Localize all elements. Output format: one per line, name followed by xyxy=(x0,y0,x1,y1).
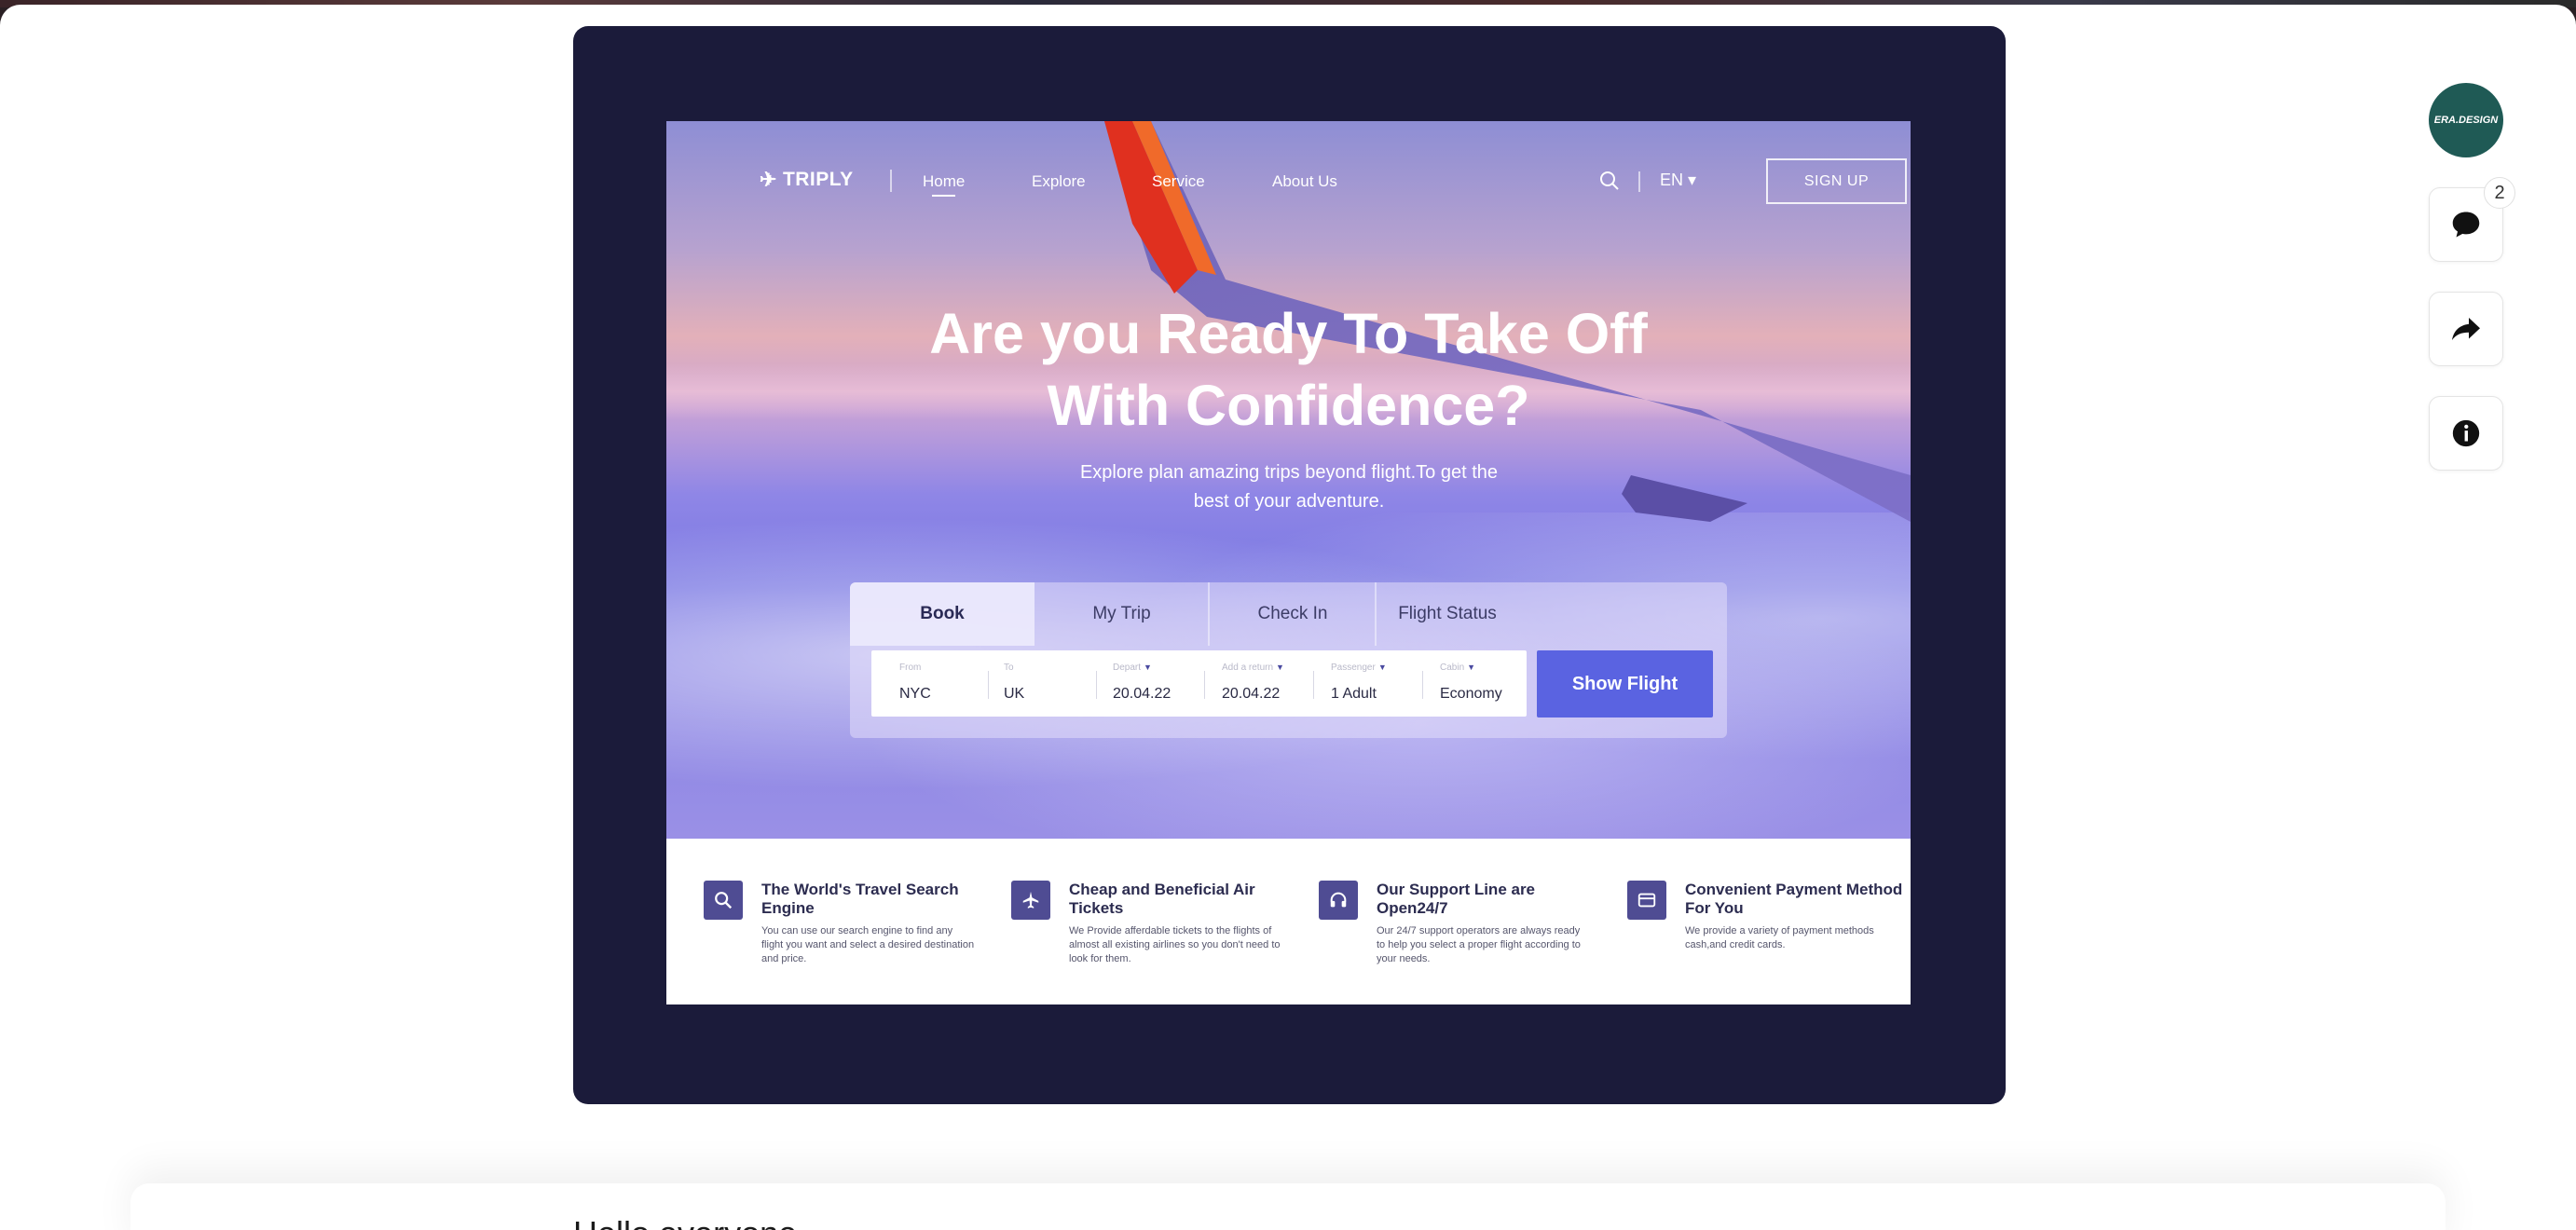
search-icon xyxy=(704,881,743,920)
to-label: To xyxy=(1004,663,1014,673)
passenger-label-text: Passenger xyxy=(1331,663,1376,673)
from-field[interactable]: From NYC xyxy=(899,650,988,717)
return-label-text: Add a return xyxy=(1222,663,1274,673)
card-icon xyxy=(1627,881,1666,920)
top-nav: ✈ TRIPLY Home Explore Service About Us E… xyxy=(760,158,1907,205)
to-value: UK xyxy=(1004,686,1025,702)
headline-line-2: With Confidence? xyxy=(1047,374,1530,437)
nav-home[interactable]: Home xyxy=(923,172,965,197)
tab-my-trip[interactable]: My Trip xyxy=(1035,582,1209,646)
tab-flight-status[interactable]: Flight Status xyxy=(1377,582,1518,646)
description-heading: Hello everyone xyxy=(573,1214,797,1230)
share-icon xyxy=(2452,318,2480,340)
signup-button[interactable]: SIGN UP xyxy=(1766,158,1907,204)
feature-title: Convenient Payment Method For You xyxy=(1685,881,1903,917)
shot-frame: ✈ TRIPLY Home Explore Service About Us E… xyxy=(573,26,2006,1104)
passenger-field[interactable]: Passenger ▼ 1 Adult xyxy=(1331,650,1424,717)
lower-panel xyxy=(130,1183,2446,1230)
share-button[interactable] xyxy=(2429,292,2503,366)
field-divider xyxy=(988,671,989,699)
search-icon[interactable] xyxy=(1598,170,1621,197)
nav-divider xyxy=(890,170,892,192)
feature-title: Cheap and Beneficial Air Tickets xyxy=(1069,881,1255,917)
depart-label: Depart ▼ xyxy=(1113,663,1152,673)
feature-text: You can use our search engine to find an… xyxy=(761,925,975,964)
depart-label-text: Depart xyxy=(1113,663,1142,673)
nav-explore[interactable]: Explore xyxy=(1032,172,1086,191)
info-button[interactable] xyxy=(2429,396,2503,471)
comment-icon xyxy=(2452,212,2480,238)
passenger-value: 1 Adult xyxy=(1331,686,1377,702)
plane-logo-icon: ✈ xyxy=(760,168,777,191)
logo-text: TRIPLY xyxy=(782,169,854,190)
info-icon xyxy=(2452,419,2480,447)
show-flight-button[interactable]: Show Flight xyxy=(1537,650,1713,718)
feature-text: We Provide afferdable tickets to the fli… xyxy=(1069,925,1281,964)
passenger-label: Passenger ▼ xyxy=(1331,663,1387,673)
chevron-down-icon: ▼ xyxy=(1144,663,1152,672)
logo[interactable]: ✈ TRIPLY xyxy=(760,168,854,192)
feature-title: Our Support Line are Open24/7 xyxy=(1377,881,1536,917)
hero-banner: ✈ TRIPLY Home Explore Service About Us E… xyxy=(666,121,1911,839)
from-label: From xyxy=(899,663,922,673)
cabin-field[interactable]: Cabin ▼ Economy xyxy=(1440,650,1524,717)
comment-count-badge: 2 xyxy=(2484,177,2515,209)
chevron-down-icon: ▼ xyxy=(1377,663,1387,672)
return-value: 20.04.22 xyxy=(1222,686,1281,702)
nav-service[interactable]: Service xyxy=(1152,172,1205,191)
hero-subtext: Explore plan amazing trips beyond flight… xyxy=(1079,462,1499,512)
nav-divider-2 xyxy=(1638,171,1640,192)
designer-avatar[interactable]: ERA.DESIGN xyxy=(2429,83,2503,157)
cabin-value: Economy xyxy=(1440,686,1502,702)
return-field[interactable]: Add a return ▼ 20.04.22 xyxy=(1222,650,1315,717)
cabin-label-text: Cabin xyxy=(1440,663,1465,673)
chevron-down-icon: ▼ xyxy=(1276,663,1284,672)
field-divider xyxy=(1096,671,1097,699)
hero-headline: Are you Ready To Take Off With Confidenc… xyxy=(666,298,1911,442)
plane-icon xyxy=(1011,881,1050,920)
to-field[interactable]: To UK xyxy=(1004,650,1097,717)
field-divider xyxy=(1422,671,1423,699)
shot-sheet: ✈ TRIPLY Home Explore Service About Us E… xyxy=(0,5,2576,1230)
cabin-label: Cabin ▼ xyxy=(1440,663,1475,673)
field-divider xyxy=(1204,671,1205,699)
features-strip: The World's Travel Search Engine You can… xyxy=(666,839,1911,1004)
language-selector[interactable]: EN ▾ xyxy=(1660,171,1696,190)
feature-text: Our 24/7 support operators are always re… xyxy=(1377,925,1581,964)
feature-text: We provide a variety of payment methods … xyxy=(1685,925,1874,950)
booking-widget: Book My Trip Check In Flight Status From… xyxy=(850,582,1727,738)
chevron-down-icon: ▼ xyxy=(1467,663,1476,672)
tab-check-in[interactable]: Check In xyxy=(1210,582,1376,646)
feature-title: The World's Travel Search Engine xyxy=(761,881,959,917)
from-value: NYC xyxy=(899,686,931,702)
nav-about-us[interactable]: About Us xyxy=(1272,172,1337,191)
search-fields: From NYC To UK Depart ▼ 20.04.22 Add a r… xyxy=(871,650,1527,717)
return-label: Add a return ▼ xyxy=(1222,663,1284,673)
tab-book[interactable]: Book xyxy=(850,582,1035,646)
headline-line-1: Are you Ready To Take Off xyxy=(929,302,1648,365)
headphones-icon xyxy=(1319,881,1358,920)
depart-value: 20.04.22 xyxy=(1113,686,1172,702)
depart-field[interactable]: Depart ▼ 20.04.22 xyxy=(1113,650,1206,717)
field-divider xyxy=(1313,671,1314,699)
